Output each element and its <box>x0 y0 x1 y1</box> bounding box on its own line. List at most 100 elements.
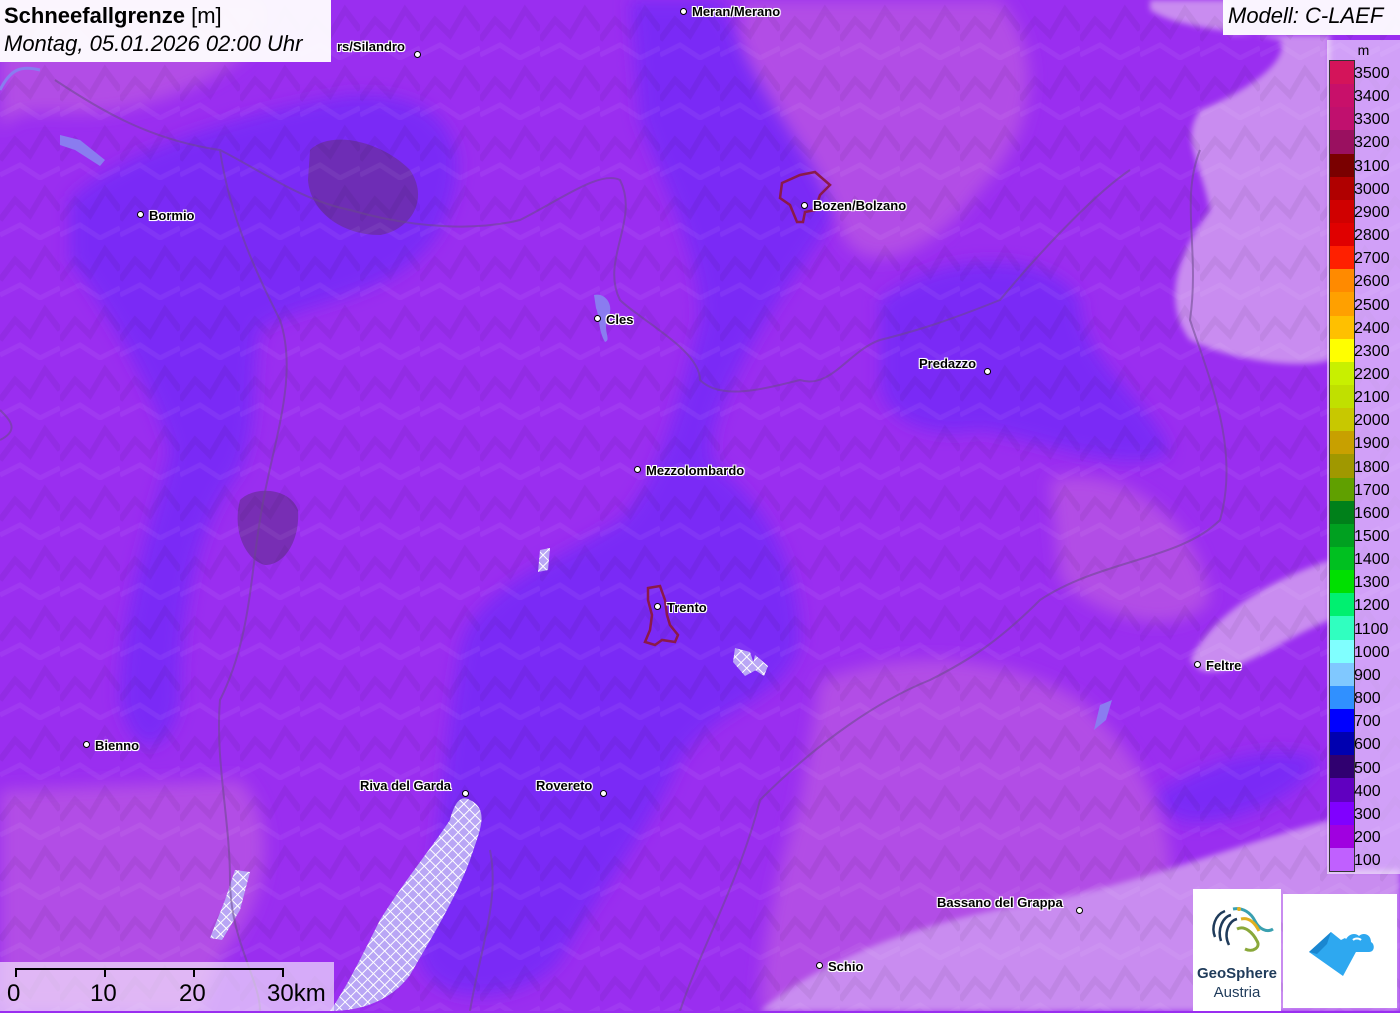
legend-label: 100 <box>1354 852 1381 870</box>
legend-swatch <box>1330 269 1354 293</box>
legend-swatch <box>1330 384 1354 409</box>
scale-label-10: 10 <box>90 980 117 1007</box>
legend-label: 3400 <box>1354 88 1390 106</box>
legend-swatch <box>1330 755 1354 779</box>
legend-label: 1700 <box>1354 481 1390 499</box>
city-dot-predazzo[interactable] <box>984 368 991 375</box>
legend-swatch <box>1330 801 1354 825</box>
legend-swatch <box>1330 107 1354 131</box>
city-label-trento[interactable]: Trento <box>667 600 707 615</box>
legend-swatch <box>1330 523 1354 547</box>
legend-swatch <box>1330 593 1354 617</box>
city-label-bassano[interactable]: Bassano del Grappa <box>937 895 1063 910</box>
legend-label: 1500 <box>1354 528 1390 545</box>
city-label-bormio[interactable]: Bormio <box>149 208 195 223</box>
geosphere-logo[interactable]: GeoSphere Austria <box>1193 889 1281 1011</box>
legend-label: 3000 <box>1354 180 1390 198</box>
city-label-cles[interactable]: Cles <box>606 312 633 327</box>
city-dot-bienno[interactable] <box>83 741 90 748</box>
city-label-mezzolombardo[interactable]: Mezzolombardo <box>646 463 744 478</box>
legend-swatch <box>1330 222 1354 247</box>
weather-app-logo[interactable] <box>1283 894 1397 1008</box>
city-dot-feltre[interactable] <box>1194 661 1201 668</box>
city-dot-cles[interactable] <box>594 315 601 322</box>
scale-label-20: 20 <box>179 980 206 1007</box>
legend-label: 1900 <box>1354 435 1390 453</box>
city-label-riva[interactable]: Riva del Garda <box>360 778 451 793</box>
city-label-predazzo[interactable]: Predazzo <box>919 356 976 371</box>
legend-swatch <box>1330 84 1354 108</box>
geosphere-emblem-icon <box>1212 907 1274 952</box>
scale-tick <box>282 968 284 977</box>
city-dot-riva[interactable] <box>462 790 469 797</box>
legend-label: 1000 <box>1354 643 1390 661</box>
legend-label: 1300 <box>1354 574 1390 592</box>
legend-swatch <box>1330 708 1354 733</box>
legend-swatch <box>1330 685 1354 709</box>
legend-swatch <box>1330 824 1354 848</box>
legend-label: 2600 <box>1354 273 1390 291</box>
city-dot-bolzano[interactable] <box>801 202 808 209</box>
legend-swatch <box>1330 847 1354 871</box>
forecast-datetime: Montag, 05.01.2026 02:00 Uhr <box>4 31 303 56</box>
legend-swatch <box>1330 315 1354 339</box>
city-label-rovereto[interactable]: Rovereto <box>536 778 592 793</box>
legend-swatch <box>1330 500 1354 524</box>
legend-swatch <box>1330 477 1354 501</box>
city-label-feltre[interactable]: Feltre <box>1206 658 1241 673</box>
snowfall-line-map[interactable] <box>0 0 1400 1011</box>
legend-label: 2300 <box>1354 342 1390 360</box>
scale-label-0: 0 <box>7 980 21 1007</box>
city-label-bienno[interactable]: Bienno <box>95 738 139 753</box>
city-label-meran[interactable]: Meran/Merano <box>692 4 780 19</box>
geosphere-name: GeoSphere <box>1196 965 1278 982</box>
city-label-bolzano[interactable]: Bozen/Bolzano <box>813 198 906 213</box>
legend-label: 3300 <box>1354 111 1390 129</box>
variable-unit: [m] <box>191 3 222 28</box>
legend-swatch <box>1330 408 1354 432</box>
scale-tick <box>193 968 195 977</box>
legend-swatch <box>1330 130 1354 154</box>
city-dot-schio[interactable] <box>816 962 823 969</box>
legend-label: 1100 <box>1354 620 1389 638</box>
geosphere-sub: Austria <box>1213 984 1261 1001</box>
variable-name: Schneefallgrenze <box>4 3 185 28</box>
legend-swatch <box>1330 639 1354 663</box>
scale-tick <box>104 968 106 977</box>
legend-swatch <box>1330 570 1354 594</box>
legend-swatch <box>1330 546 1354 571</box>
legend-swatch <box>1330 361 1354 385</box>
terrain-shading <box>0 0 1400 1011</box>
city-dot-rovereto[interactable] <box>600 790 607 797</box>
city-label-schio[interactable]: Schio <box>828 959 863 974</box>
legend-label: 700 <box>1354 713 1381 731</box>
city-dot-meran[interactable] <box>680 8 687 15</box>
model-label: Modell: C-LAEF <box>1223 0 1400 35</box>
color-legend: m 3500 3400 3300 3200 3100 3000 2900 2800 2700 26… <box>1327 40 1400 874</box>
legend-swatch <box>1330 662 1354 686</box>
legend-label: 500 <box>1354 759 1381 777</box>
legend-unit: m <box>1357 42 1370 58</box>
scale-label-30km: 30km <box>267 980 326 1007</box>
city-dot-silandro[interactable] <box>414 51 421 58</box>
city-dot-bormio[interactable] <box>137 211 144 218</box>
legend-label: 2000 <box>1354 412 1390 430</box>
legend-swatch <box>1330 431 1354 455</box>
legend-swatch <box>1330 176 1354 200</box>
scale-bar: 0 10 20 30km <box>0 962 334 1011</box>
legend-label: 1800 <box>1354 458 1390 476</box>
city-dot-mezzolombardo[interactable] <box>634 466 641 473</box>
legend-label: 3500 <box>1354 65 1390 82</box>
legend-label: 2800 <box>1354 227 1390 245</box>
legend-label: 3200 <box>1354 134 1390 152</box>
legend-swatch <box>1330 338 1354 362</box>
legend-label: 1600 <box>1354 504 1390 522</box>
legend-label: 2500 <box>1354 296 1390 314</box>
legend-label: 800 <box>1354 690 1381 708</box>
legend-label: 2400 <box>1354 319 1390 337</box>
city-dot-bassano[interactable] <box>1076 907 1083 914</box>
legend-swatch <box>1330 61 1354 85</box>
city-dot-trento[interactable] <box>654 603 661 610</box>
city-label-silandro[interactable]: rs/Silandro <box>337 39 405 54</box>
legend-label: 400 <box>1354 782 1381 800</box>
